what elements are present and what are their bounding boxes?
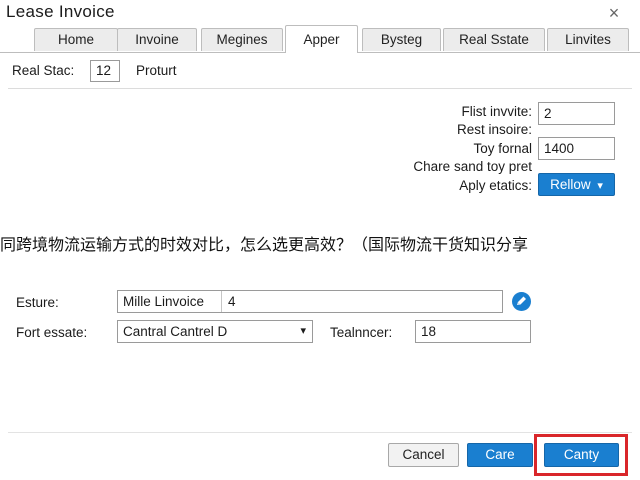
tab-apper[interactable]: Apper	[285, 25, 358, 53]
esture-value: 4	[228, 294, 236, 309]
fort-essate-select[interactable]: Cantral Cantrel D ▾	[117, 320, 313, 343]
tab-invoine[interactable]: Invoine	[117, 28, 197, 51]
esture-field[interactable]: Mille Linvoice 4	[117, 290, 503, 313]
proturt-label: Proturt	[136, 63, 177, 78]
care-button[interactable]: Care	[467, 443, 533, 467]
tab-bysteg[interactable]: Bysteg	[362, 28, 441, 51]
tab-megines[interactable]: Megines	[201, 28, 283, 51]
edit-icon[interactable]	[512, 292, 531, 311]
overlay-banner-text: 同跨境物流运输方式的时效对比，怎么选更高效？（国际物流干货知识分享	[0, 237, 529, 254]
fort-essate-value: Cantral Cantrel D	[123, 324, 228, 339]
footer-divider	[8, 432, 632, 433]
cancel-button[interactable]: Cancel	[388, 443, 459, 467]
rest-insoire-label: Rest insoire:	[456, 122, 532, 137]
apply-label: Aply etatics:	[459, 178, 532, 193]
esture-name: Mille Linvoice	[118, 291, 222, 312]
rellow-label: Rellow	[550, 177, 591, 192]
tab-linvites[interactable]: Linvites	[547, 28, 629, 51]
highlight-annotation-box	[534, 434, 628, 476]
chevron-down-icon: ▾	[597, 180, 603, 192]
close-icon[interactable]: ×	[604, 3, 624, 23]
tealnncer-field[interactable]: 18	[415, 320, 531, 343]
total-label: Toy fornal	[473, 141, 532, 156]
esture-label: Esture:	[16, 295, 59, 310]
window-title: Lease Invoice	[6, 2, 115, 21]
first-invite-field[interactable]: 2	[538, 102, 615, 125]
tab-real-sstate[interactable]: Real Sstate	[443, 28, 545, 51]
fort-essate-label: Fort essate:	[16, 325, 88, 340]
share-label: Chare sand toy pret	[413, 159, 532, 174]
tealnncer-label: Tealnncer:	[330, 325, 393, 340]
real-stac-field[interactable]: 12	[90, 60, 120, 82]
chevron-down-icon: ▾	[300, 325, 306, 337]
tab-home[interactable]: Home	[34, 28, 118, 51]
first-invite-label: Flist invvite:	[461, 104, 532, 119]
real-stac-label: Real Stac:	[12, 63, 75, 78]
rellow-dropdown-button[interactable]: Rellow ▾	[538, 173, 615, 196]
total-field[interactable]: 1400	[538, 137, 615, 160]
